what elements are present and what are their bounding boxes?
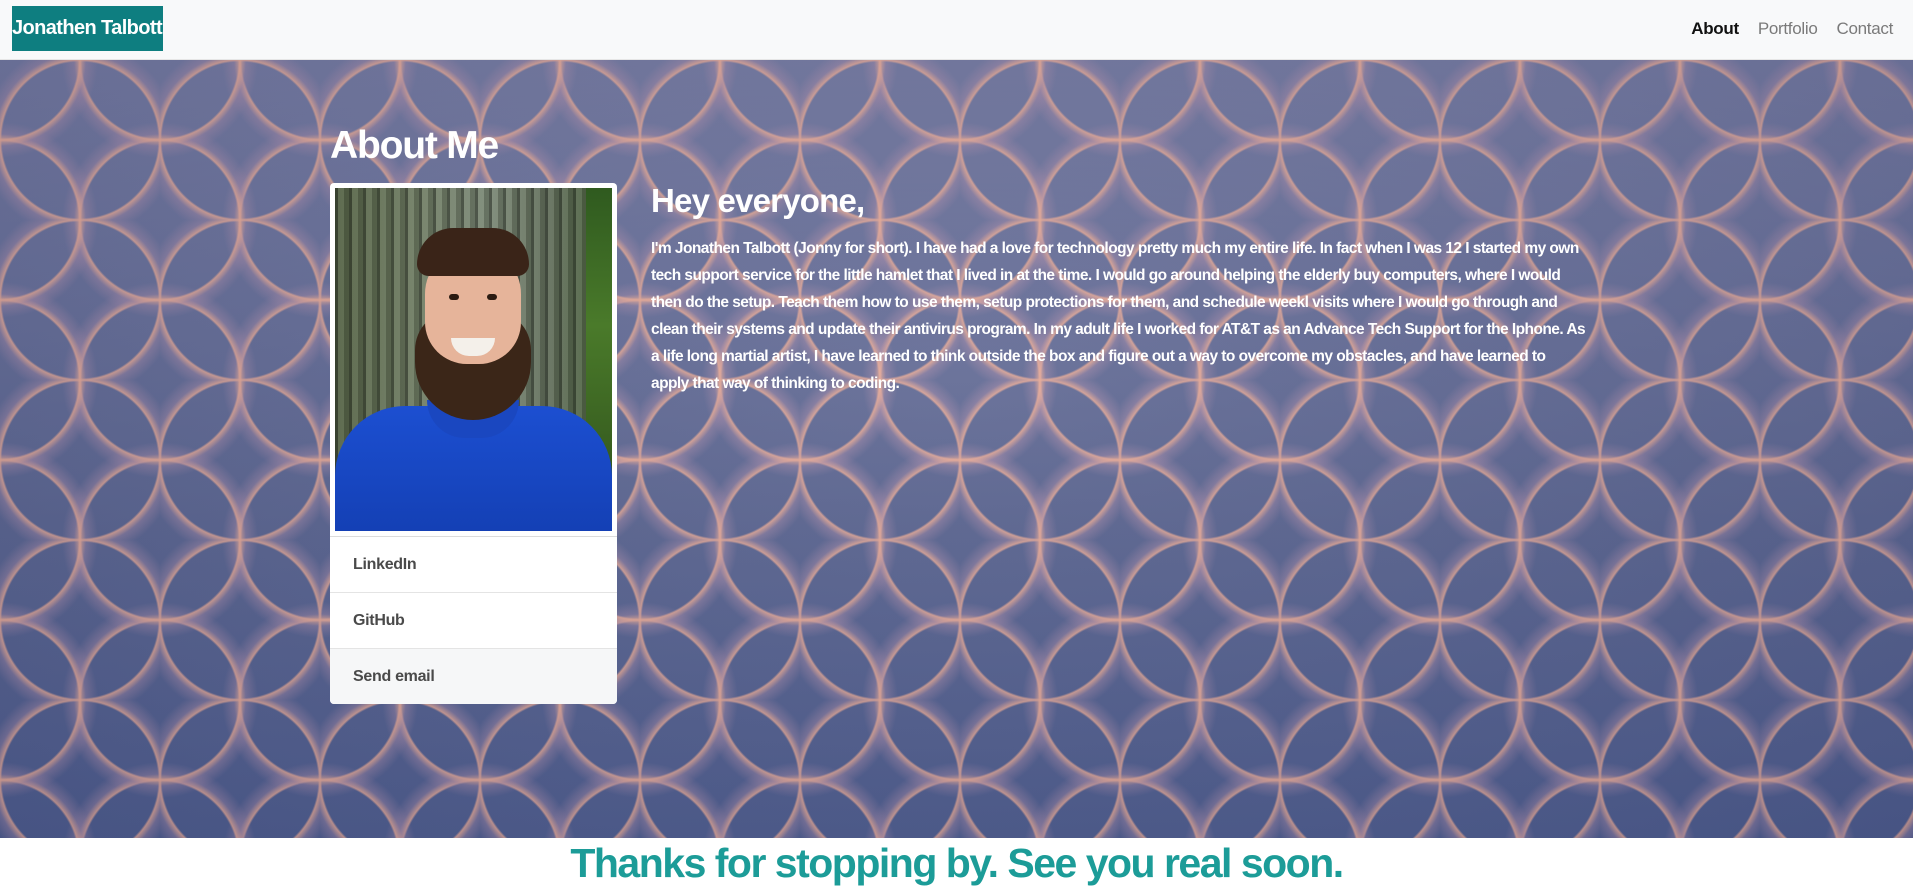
brand-link[interactable]: Jonathen Talbott xyxy=(12,6,163,51)
bio-heading: Hey everyone, xyxy=(651,182,865,219)
send-email-link[interactable]: Send email xyxy=(330,649,617,704)
page-title: About Me xyxy=(330,124,499,167)
nav-link-contact[interactable]: Contact xyxy=(1837,19,1894,39)
github-link[interactable]: GitHub xyxy=(330,593,617,649)
footer: Thanks for stopping by. See you real soo… xyxy=(0,838,1913,895)
profile-links: LinkedIn GitHub Send email xyxy=(330,536,617,704)
navbar: Jonathen Talbott About Portfolio Contact xyxy=(0,0,1913,60)
nav-link-portfolio[interactable]: Portfolio xyxy=(1758,19,1818,39)
nav-links: About Portfolio Contact xyxy=(1672,0,1893,58)
profile-photo xyxy=(335,188,612,531)
bio-text: I'm Jonathen Talbott (Jonny for short). … xyxy=(651,240,1586,392)
footer-message: Thanks for stopping by. See you real soo… xyxy=(570,840,1344,886)
linkedin-link[interactable]: LinkedIn xyxy=(330,537,617,593)
nav-link-about[interactable]: About xyxy=(1691,19,1739,39)
about-section: About Me LinkedIn GitHub Send email Hey … xyxy=(0,60,1913,838)
profile-card: LinkedIn GitHub Send email xyxy=(330,183,617,704)
